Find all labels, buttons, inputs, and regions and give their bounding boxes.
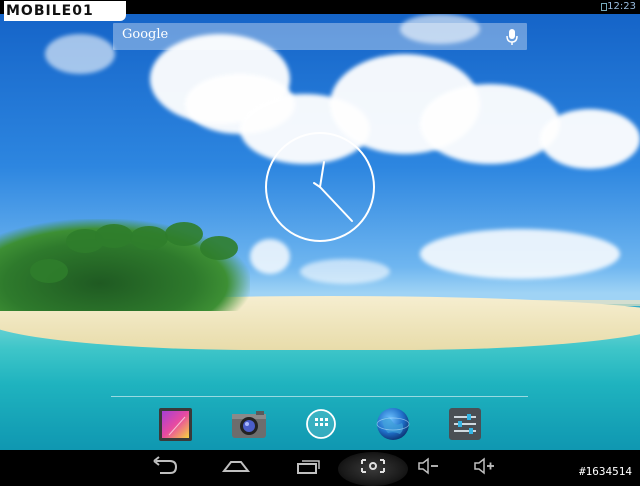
- volume-up-icon[interactable]: [472, 455, 498, 477]
- google-search-bar[interactable]: Google: [113, 23, 527, 50]
- home-icon[interactable]: [221, 455, 251, 477]
- search-label: Google: [122, 27, 169, 42]
- notification-icon: [601, 3, 607, 11]
- minute-hand: [319, 186, 353, 222]
- browser-globe-icon[interactable]: [374, 405, 412, 443]
- recent-apps-icon[interactable]: [293, 455, 323, 477]
- brand-logo: MOBILE01: [4, 1, 126, 21]
- status-time: 12:23: [607, 1, 636, 12]
- watermark: #1634514: [577, 465, 634, 478]
- microphone-icon[interactable]: [505, 28, 519, 46]
- back-icon[interactable]: [150, 455, 180, 477]
- hour-hand: [319, 161, 325, 188]
- camera-icon[interactable]: [230, 405, 268, 443]
- analog-clock-widget[interactable]: [264, 131, 376, 243]
- settings-icon[interactable]: [446, 405, 484, 443]
- gallery-icon[interactable]: [157, 405, 195, 443]
- volume-down-icon[interactable]: [416, 455, 442, 477]
- dock-divider: [111, 396, 528, 397]
- screenshot-icon[interactable]: [358, 455, 388, 477]
- app-drawer-icon[interactable]: [302, 405, 340, 443]
